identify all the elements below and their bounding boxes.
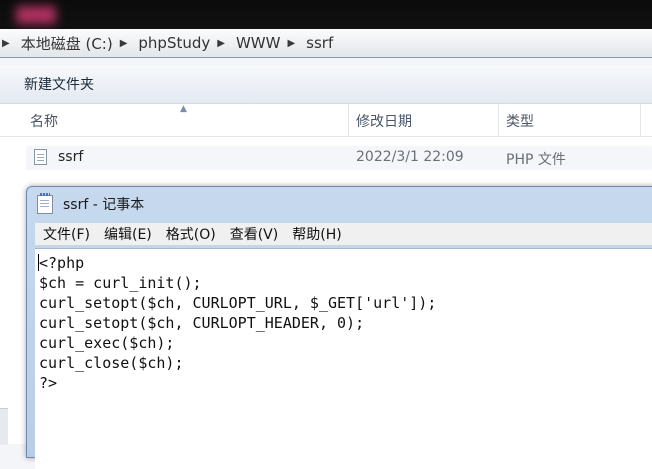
file-row[interactable]: ssrf 2022/3/1 22:09 PHP 文件: [26, 146, 652, 170]
column-headers: ▲ 名称 修改日期 类型: [0, 104, 652, 137]
menu-view[interactable]: 查看(V): [230, 224, 279, 244]
menu-edit[interactable]: 编辑(E): [104, 224, 152, 244]
menu-format[interactable]: 格式(O): [166, 224, 216, 244]
address-bar[interactable]: ▶ 本地磁盘 (C:) ▶ phpStudy ▶ WWW ▶ ssrf: [0, 29, 652, 58]
chevron-right-icon[interactable]: ▶: [283, 38, 303, 49]
menu-help[interactable]: 帮助(H): [292, 224, 341, 244]
notepad-content[interactable]: <?php $ch = curl_init(); curl_setopt($ch…: [39, 253, 436, 393]
column-header-name[interactable]: 名称: [30, 111, 58, 131]
new-folder-button[interactable]: 新建文件夹: [24, 74, 94, 94]
breadcrumb-ssrf[interactable]: ssrf: [303, 34, 336, 52]
file-modified: 2022/3/1 22:09: [356, 149, 464, 165]
notepad-title: ssrf - 记事本: [63, 197, 145, 213]
column-header-type[interactable]: 类型: [506, 111, 534, 131]
explorer-left-edge: [0, 408, 8, 445]
column-divider[interactable]: [498, 104, 499, 136]
column-divider[interactable]: [640, 104, 641, 136]
breadcrumb-www[interactable]: WWW: [233, 34, 284, 52]
column-divider[interactable]: [348, 104, 349, 136]
window-title-redacted: [16, 6, 56, 24]
notepad-title-bar[interactable]: ssrf - 记事本: [27, 187, 652, 221]
file-name: ssrf: [58, 149, 84, 165]
sort-ascending-icon: ▲: [180, 104, 187, 114]
chevron-right-icon[interactable]: ▶: [0, 38, 18, 49]
breadcrumb-drive[interactable]: 本地磁盘 (C:): [18, 33, 116, 54]
chevron-right-icon[interactable]: ▶: [116, 38, 136, 49]
explorer-toolbar: 新建文件夹: [0, 65, 652, 104]
chevron-right-icon[interactable]: ▶: [213, 38, 233, 49]
notepad-text-area[interactable]: <?php $ch = curl_init(); curl_setopt($ch…: [35, 248, 652, 469]
notepad-window: ssrf - 记事本 文件(F) 编辑(E) 格式(O) 查看(V) 帮助(H)…: [26, 186, 652, 469]
php-file-icon: [34, 149, 47, 165]
explorer-title-bar: [0, 0, 652, 30]
menu-file[interactable]: 文件(F): [43, 224, 90, 244]
file-type: PHP 文件: [506, 152, 566, 168]
breadcrumb-phpstudy[interactable]: phpStudy: [135, 34, 213, 52]
notepad-menu-bar: 文件(F) 编辑(E) 格式(O) 查看(V) 帮助(H): [35, 223, 652, 245]
notepad-icon: [37, 192, 53, 214]
column-header-modified[interactable]: 修改日期: [356, 111, 412, 131]
